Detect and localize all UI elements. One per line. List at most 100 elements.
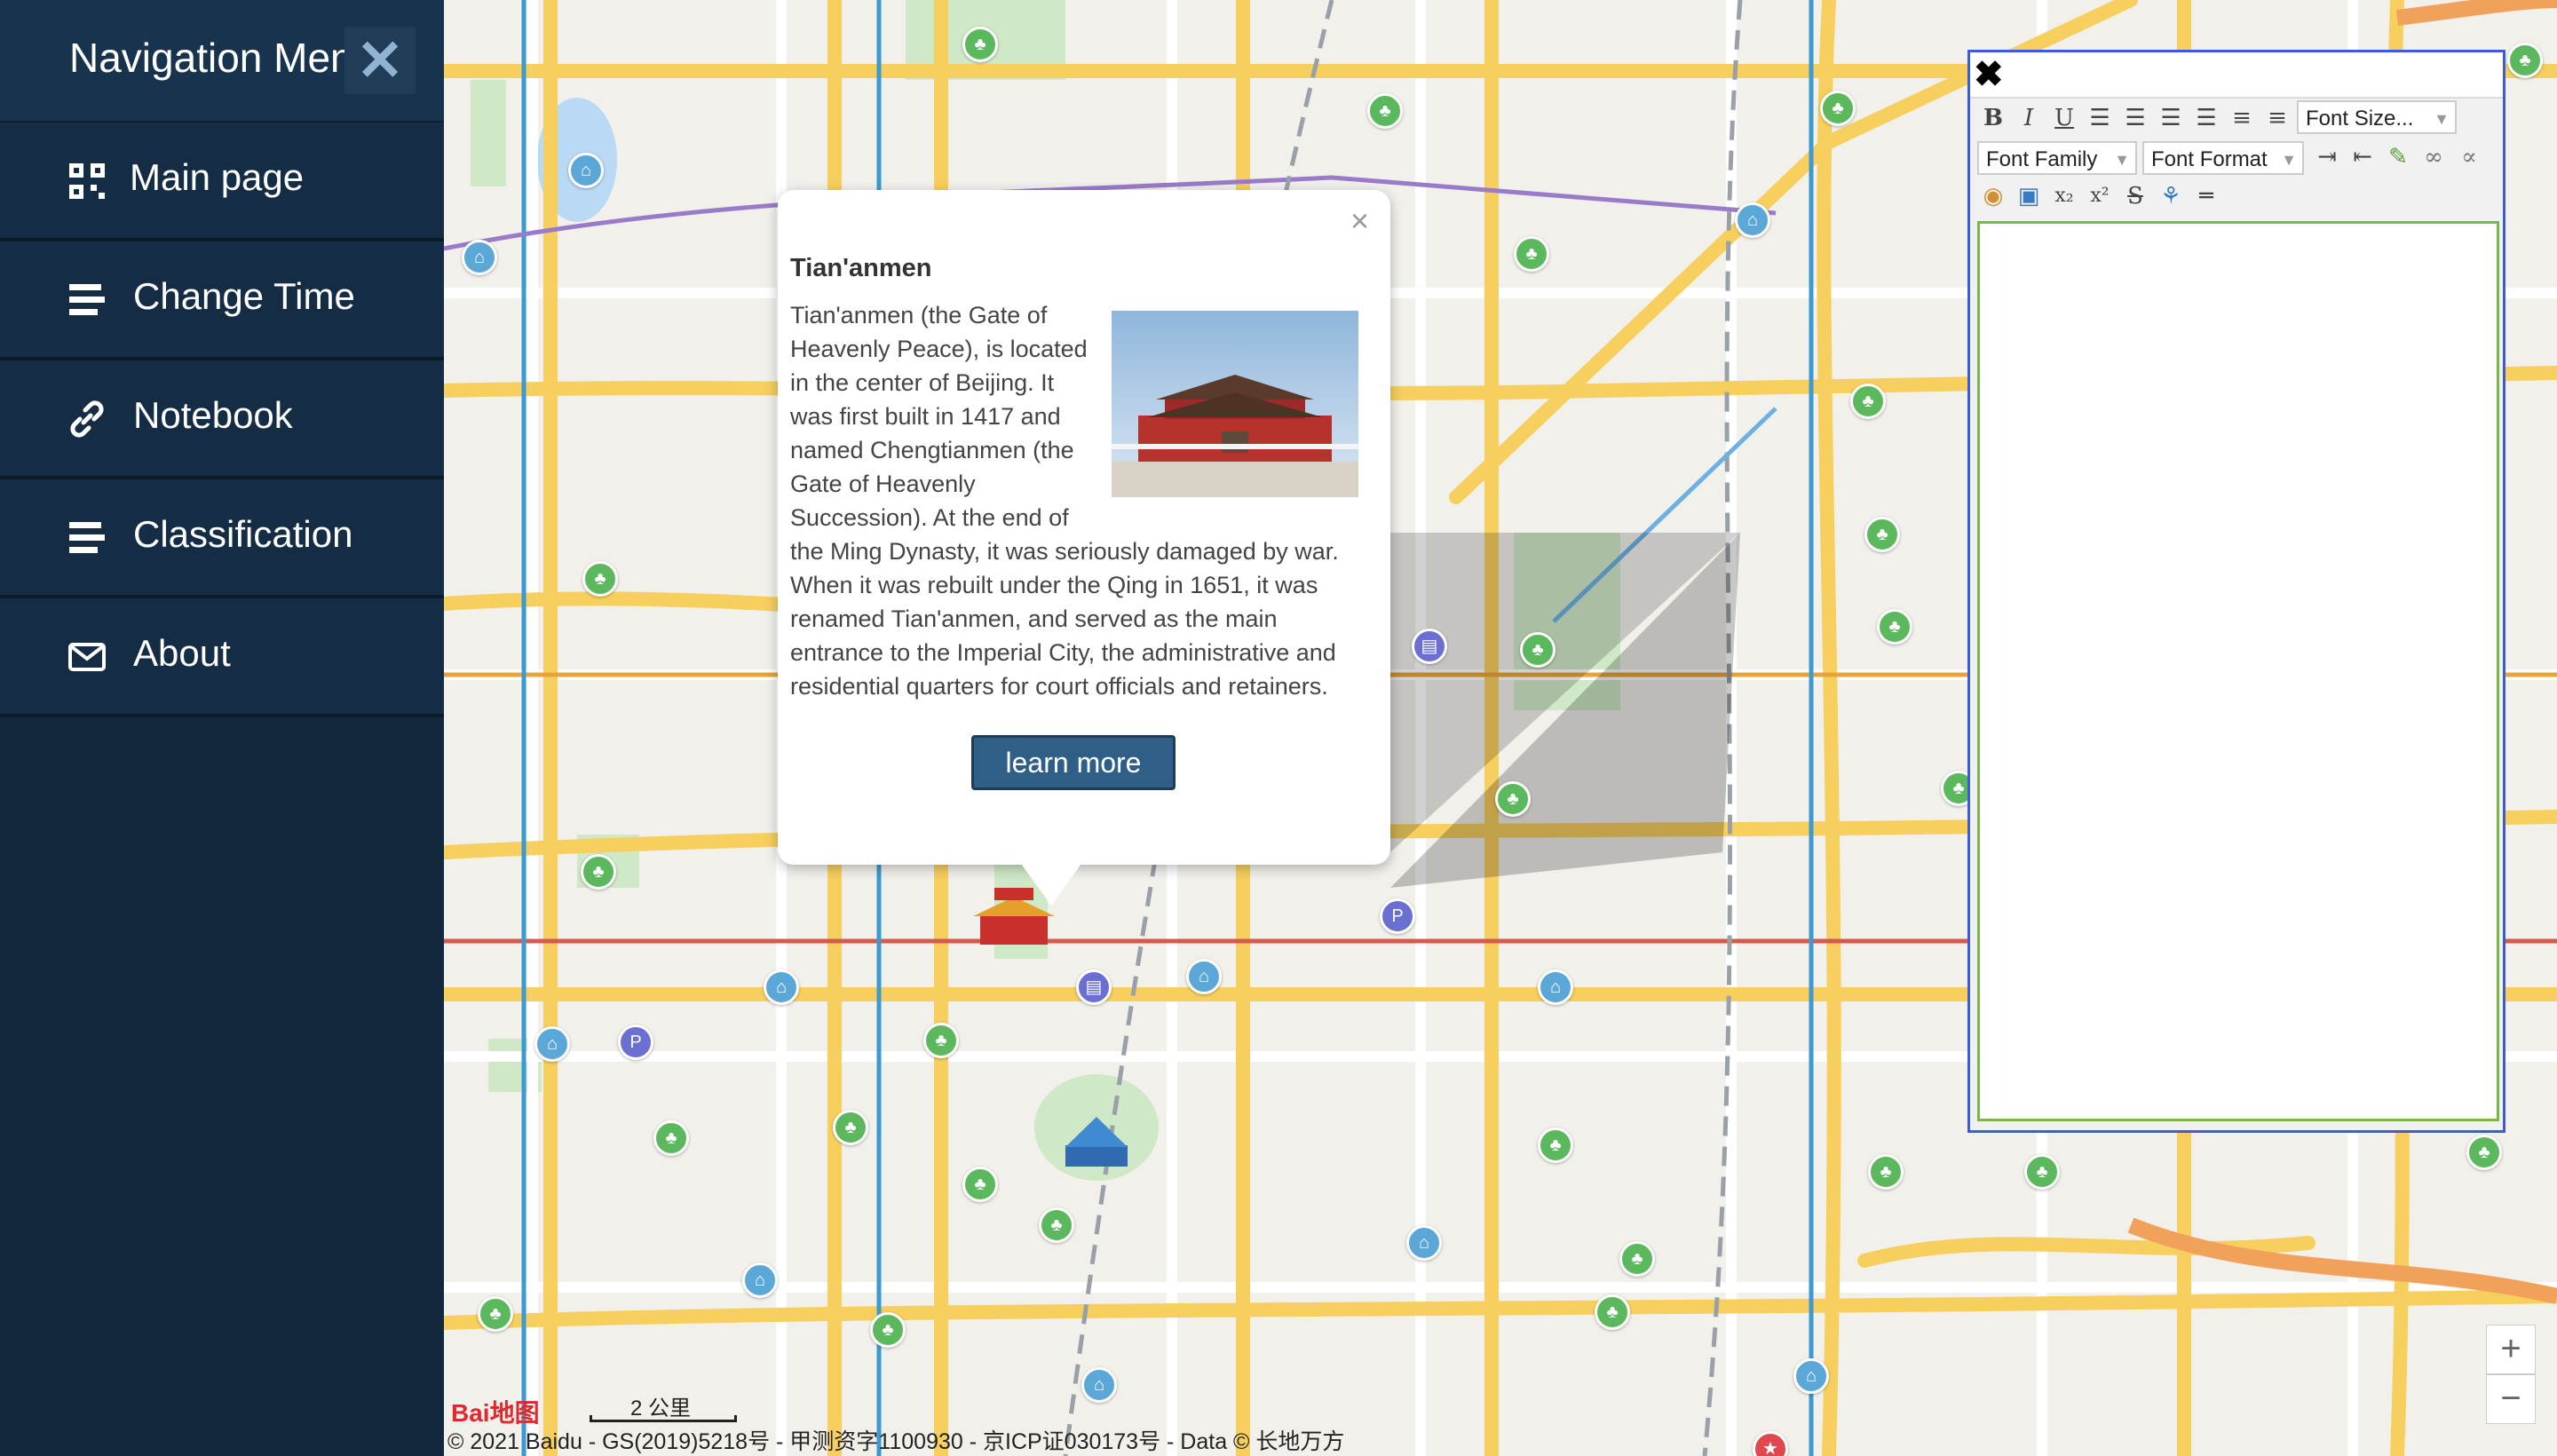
park-poi-icon[interactable]: ♣	[923, 1023, 959, 1058]
font-family-value: Font Family	[1986, 147, 2098, 171]
hotel-poi-icon[interactable]: ▤	[1412, 629, 1447, 664]
poi-marker-icon[interactable]: ⌂	[764, 969, 799, 1005]
link-icon[interactable]: ∞	[2418, 141, 2450, 173]
poi-marker-icon[interactable]: ⌂	[1735, 202, 1770, 238]
editor-close-icon[interactable]: ✖	[1974, 54, 2004, 95]
sidebar-item-label: Classification	[133, 513, 353, 555]
park-poi-icon[interactable]: ♣	[962, 1167, 998, 1202]
font-family-select[interactable]: Font Family ▼	[1977, 141, 2137, 175]
sidebar-item-about[interactable]: About	[0, 598, 444, 717]
park-poi-icon[interactable]: ♣	[1367, 93, 1403, 129]
learn-more-button[interactable]: learn more	[971, 735, 1176, 790]
poi-marker-icon[interactable]: ⌂	[1081, 1367, 1117, 1403]
park-poi-icon[interactable]: ♣	[1520, 632, 1556, 668]
park-poi-icon[interactable]: ♣	[870, 1312, 906, 1348]
image-icon[interactable]: ▣	[2013, 180, 2045, 212]
sidebar-close-icon[interactable]: ✕	[344, 27, 416, 94]
park-poi-icon[interactable]: ♣	[1820, 91, 1856, 126]
navigation-sidebar: Navigation Menu ✕ Main page Change Time …	[0, 0, 444, 1456]
poi-marker-icon[interactable]: ⌂	[742, 1262, 778, 1298]
zoom-in-button[interactable]: +	[2486, 1325, 2536, 1374]
outdent-icon[interactable]: ⇤	[2347, 141, 2379, 173]
sidebar-item-label: About	[133, 632, 231, 674]
edit-icon[interactable]: ✎	[2382, 141, 2414, 173]
park-poi-icon[interactable]: ♣	[2507, 43, 2543, 78]
park-poi-icon[interactable]: ♣	[1864, 517, 1900, 552]
poi-marker-icon[interactable]: ⌂	[568, 153, 604, 188]
clean-format-icon[interactable]: ⚘	[2155, 180, 2187, 212]
park-poi-icon[interactable]: ♣	[1039, 1207, 1074, 1243]
park-poi-icon[interactable]: ♣	[1619, 1241, 1655, 1277]
tiananmen-photo	[1112, 311, 1358, 497]
sidebar-title: Navigation Menu	[69, 35, 346, 81]
superscript-icon[interactable]: x²	[2084, 180, 2116, 212]
strikethrough-icon[interactable]: S	[2119, 180, 2151, 212]
align-left-icon[interactable]: ☰	[2084, 102, 2116, 134]
park-poi-icon[interactable]: ♣	[962, 27, 998, 62]
font-size-select[interactable]: Font Size... ▼	[2297, 100, 2457, 134]
italic-icon[interactable]: I	[2013, 102, 2045, 134]
park-poi-icon[interactable]: ♣	[2024, 1154, 2060, 1190]
unlink-icon[interactable]: ∝	[2453, 141, 2485, 173]
sidebar-item-label: Notebook	[133, 394, 293, 436]
park-poi-icon[interactable]: ♣	[582, 561, 618, 597]
notebook-editor: ✖ B I U ☰ ☰ ☰ ☰ ≡ ≡ Font Size... ▼ Font …	[1967, 50, 2506, 1133]
info-window: × Tian'anmen Tian'anmen (the Gate of Hea…	[778, 190, 1390, 906]
parking-poi-icon[interactable]: P	[618, 1025, 653, 1060]
park-poi-icon[interactable]: ♣	[1868, 1154, 1904, 1190]
font-size-value: Font Size...	[2306, 107, 2414, 131]
park-poi-icon[interactable]: ♣	[1850, 384, 1886, 419]
scale-bar	[590, 1415, 737, 1422]
park-poi-icon[interactable]: ♣	[2466, 1135, 2502, 1170]
hotel-poi-icon[interactable]: ▤	[1076, 969, 1112, 1005]
park-poi-icon[interactable]: ♣	[581, 854, 616, 890]
park-poi-icon[interactable]: ♣	[1495, 781, 1531, 817]
indent-icon[interactable]: ⇥	[2311, 141, 2343, 173]
chevron-down-icon: ▼	[2281, 151, 2297, 169]
park-poi-icon[interactable]: ♣	[478, 1296, 513, 1332]
chevron-down-icon: ▼	[2114, 151, 2130, 169]
align-justify-icon[interactable]: ☰	[2190, 102, 2222, 134]
unordered-list-icon[interactable]: ≡	[2261, 102, 2293, 134]
lines-icon	[69, 522, 105, 553]
align-right-icon[interactable]: ☰	[2155, 102, 2187, 134]
zoom-out-button[interactable]: −	[2486, 1374, 2536, 1424]
park-poi-icon[interactable]: ♣	[653, 1120, 689, 1156]
park-poi-icon[interactable]: ♣	[1877, 609, 1912, 645]
link-icon	[70, 400, 104, 438]
info-body: Tian'anmen (the Gate of Heavenly Peace),…	[790, 298, 1358, 703]
sidebar-item-label: Main page	[130, 156, 305, 198]
subscript-icon[interactable]: x₂	[2048, 180, 2080, 212]
parking-poi-icon[interactable]: P	[1380, 898, 1415, 934]
sidebar-item-main-page[interactable]: Main page	[0, 123, 444, 241]
poi-marker-icon[interactable]: ⌂	[534, 1026, 570, 1062]
info-close-icon[interactable]: ×	[1350, 202, 1369, 240]
bold-icon[interactable]: B	[1977, 102, 2009, 134]
poi-marker-icon[interactable]: ⌂	[1538, 969, 1573, 1005]
poi-marker-icon[interactable]: ⌂	[462, 240, 497, 275]
park-poi-icon[interactable]: ♣	[1514, 236, 1549, 272]
sidebar-item-notebook[interactable]: Notebook	[0, 360, 444, 479]
align-center-icon[interactable]: ☰	[2119, 102, 2151, 134]
map-attribution: © 2021 Baidu - GS(2019)5218号 - 甲测资字11009…	[447, 1429, 1345, 1454]
sidebar-item-classification[interactable]: Classification	[0, 479, 444, 598]
info-window-pointer	[1019, 861, 1083, 906]
sidebar-item-label: Change Time	[133, 275, 355, 317]
editor-titlebar: ✖	[1970, 52, 2503, 99]
poi-marker-icon[interactable]: ⌂	[1793, 1358, 1829, 1394]
palette-icon[interactable]: ◉	[1977, 180, 2009, 212]
ordered-list-icon[interactable]: ≡	[2226, 102, 2258, 134]
qr-grid-icon	[69, 163, 105, 199]
park-poi-icon[interactable]: ♣	[1538, 1128, 1573, 1163]
poi-marker-icon[interactable]: ⌂	[1186, 959, 1222, 994]
font-format-select[interactable]: Font Format ▼	[2142, 141, 2304, 175]
park-poi-icon[interactable]: ♣	[1595, 1294, 1630, 1330]
horizontal-rule-icon[interactable]: ═	[2190, 180, 2222, 212]
sidebar-item-change-time[interactable]: Change Time	[0, 241, 444, 360]
underline-icon[interactable]: U	[2048, 102, 2080, 134]
font-format-value: Font Format	[2151, 147, 2268, 171]
editor-text-area[interactable]	[1977, 221, 2499, 1121]
poi-marker-icon[interactable]: ⌂	[1406, 1225, 1442, 1261]
info-title: Tian'anmen	[790, 254, 932, 282]
park-poi-icon[interactable]: ♣	[833, 1110, 868, 1145]
